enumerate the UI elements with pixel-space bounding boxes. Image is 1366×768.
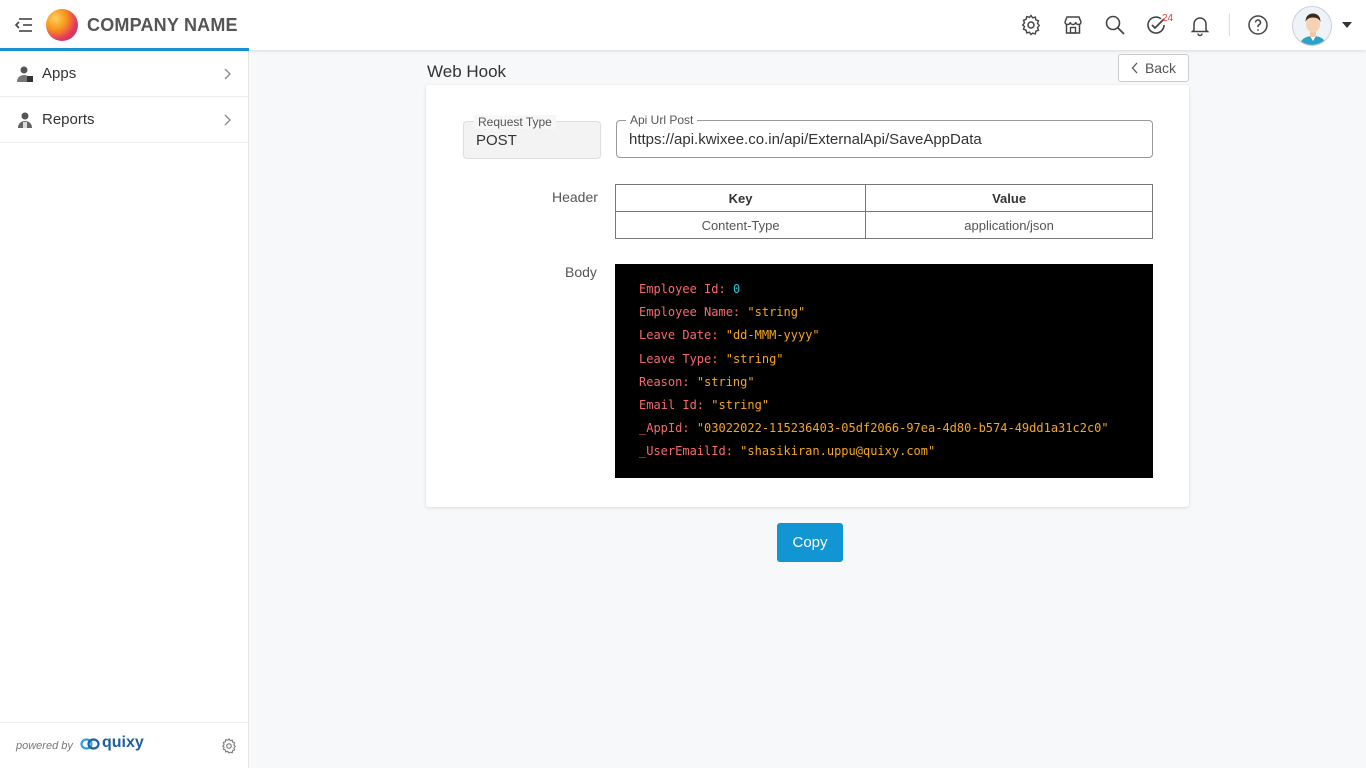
- menu-collapse-icon[interactable]: [14, 14, 34, 36]
- request-type-label: Request Type: [474, 115, 556, 129]
- code-key: _UserEmailId:: [639, 444, 733, 459]
- code-value: "string": [747, 305, 806, 320]
- code-key: Email Id:: [639, 397, 705, 412]
- avatar[interactable]: [1292, 6, 1332, 46]
- sidebar-item-apps[interactable]: Apps: [0, 51, 248, 97]
- code-value: "string": [711, 397, 770, 412]
- back-button[interactable]: Back: [1118, 54, 1189, 82]
- sidebar-footer: powered by quixy: [0, 722, 249, 768]
- sidebar-item-reports[interactable]: Reports: [0, 97, 248, 143]
- code-value: 0: [732, 282, 741, 296]
- code-value: "03022022-115236403-05df2066-97ea-4d80-b…: [696, 421, 1109, 436]
- chevron-right-icon: [224, 68, 231, 80]
- code-line: _UserEmailId: "shasikiran.uppu@quixy.com…: [639, 444, 1129, 467]
- search-icon[interactable]: [1103, 13, 1127, 37]
- code-line: Leave Type: "string": [639, 352, 1129, 375]
- api-url-value[interactable]: https://api.kwixee.co.in/api/ExternalApi…: [629, 131, 982, 148]
- code-line: Reason: "string": [639, 375, 1129, 398]
- company-name: COMPANY NAME: [87, 15, 238, 35]
- code-line: Leave Date: "dd-MMM-yyyy": [639, 328, 1129, 351]
- apps-user-icon: [17, 66, 33, 82]
- body-label: Body: [565, 264, 597, 280]
- header-label: Header: [552, 189, 598, 205]
- code-line: _AppId: "03022022-115236403-05df2066-97e…: [639, 421, 1129, 444]
- code-value: "shasikiran.uppu@quixy.com": [740, 444, 936, 459]
- bell-icon[interactable]: [1188, 13, 1212, 37]
- sidebar-active-accent: [0, 48, 249, 51]
- table-row: Content-Type application/json: [614, 211, 1153, 239]
- toolbar-divider: [1229, 14, 1230, 36]
- body-code-block: Employee Id: 0 Employee Name: "string" L…: [615, 264, 1153, 478]
- settings-icon[interactable]: [1019, 13, 1043, 37]
- header-table: Key Value Content-Type application/json: [614, 184, 1153, 239]
- sidebar: Apps Reports powered by quixy: [0, 51, 249, 768]
- code-line: Employee Id: 0: [639, 282, 1129, 305]
- reports-user-icon: [18, 112, 32, 128]
- request-type-value: POST: [476, 132, 517, 149]
- notification-badge: 24: [1162, 13, 1174, 24]
- gear-icon[interactable]: [220, 737, 238, 755]
- user-menu-caret-icon[interactable]: [1342, 22, 1352, 28]
- store-icon[interactable]: [1061, 13, 1085, 37]
- powered-by-text: powered by: [16, 740, 73, 752]
- chevron-left-icon: [1131, 62, 1138, 74]
- code-value: "string": [696, 374, 755, 389]
- table-cell-value: application/json: [865, 211, 1153, 239]
- sidebar-item-label: Reports: [42, 111, 95, 128]
- api-url-label: Api Url Post: [626, 113, 698, 127]
- sidebar-item-label: Apps: [42, 65, 77, 82]
- help-icon[interactable]: [1246, 13, 1270, 37]
- code-line: Employee Name: "string": [639, 305, 1129, 328]
- table-cell-key: Content-Type: [614, 211, 867, 239]
- code-value: "string": [725, 351, 784, 366]
- quixy-brand-text: quixy: [102, 734, 144, 751]
- code-value: "dd-MMM-yyyy": [725, 328, 820, 343]
- code-line: Email Id: "string": [639, 398, 1129, 421]
- top-bar: COMPANY NAME 24: [0, 0, 1366, 51]
- page-title: Web Hook: [427, 62, 507, 81]
- code-key: Leave Date:: [639, 328, 719, 343]
- table-header-row: Key Value: [614, 184, 1153, 212]
- back-button-label: Back: [1144, 60, 1177, 76]
- company-logo: [46, 9, 78, 41]
- chevron-right-icon: [224, 114, 231, 126]
- column-header-key: Key: [614, 184, 867, 212]
- code-key: _AppId:: [639, 421, 690, 436]
- user-avatar-icon: [1293, 7, 1331, 45]
- code-key: Employee Name:: [639, 305, 741, 320]
- code-key: Employee Id:: [639, 282, 726, 296]
- copy-button[interactable]: Copy: [777, 523, 843, 562]
- column-header-value: Value: [865, 184, 1153, 212]
- quixy-logo-icon: [80, 738, 100, 750]
- code-key: Reason:: [639, 374, 690, 389]
- code-key: Leave Type:: [639, 351, 719, 366]
